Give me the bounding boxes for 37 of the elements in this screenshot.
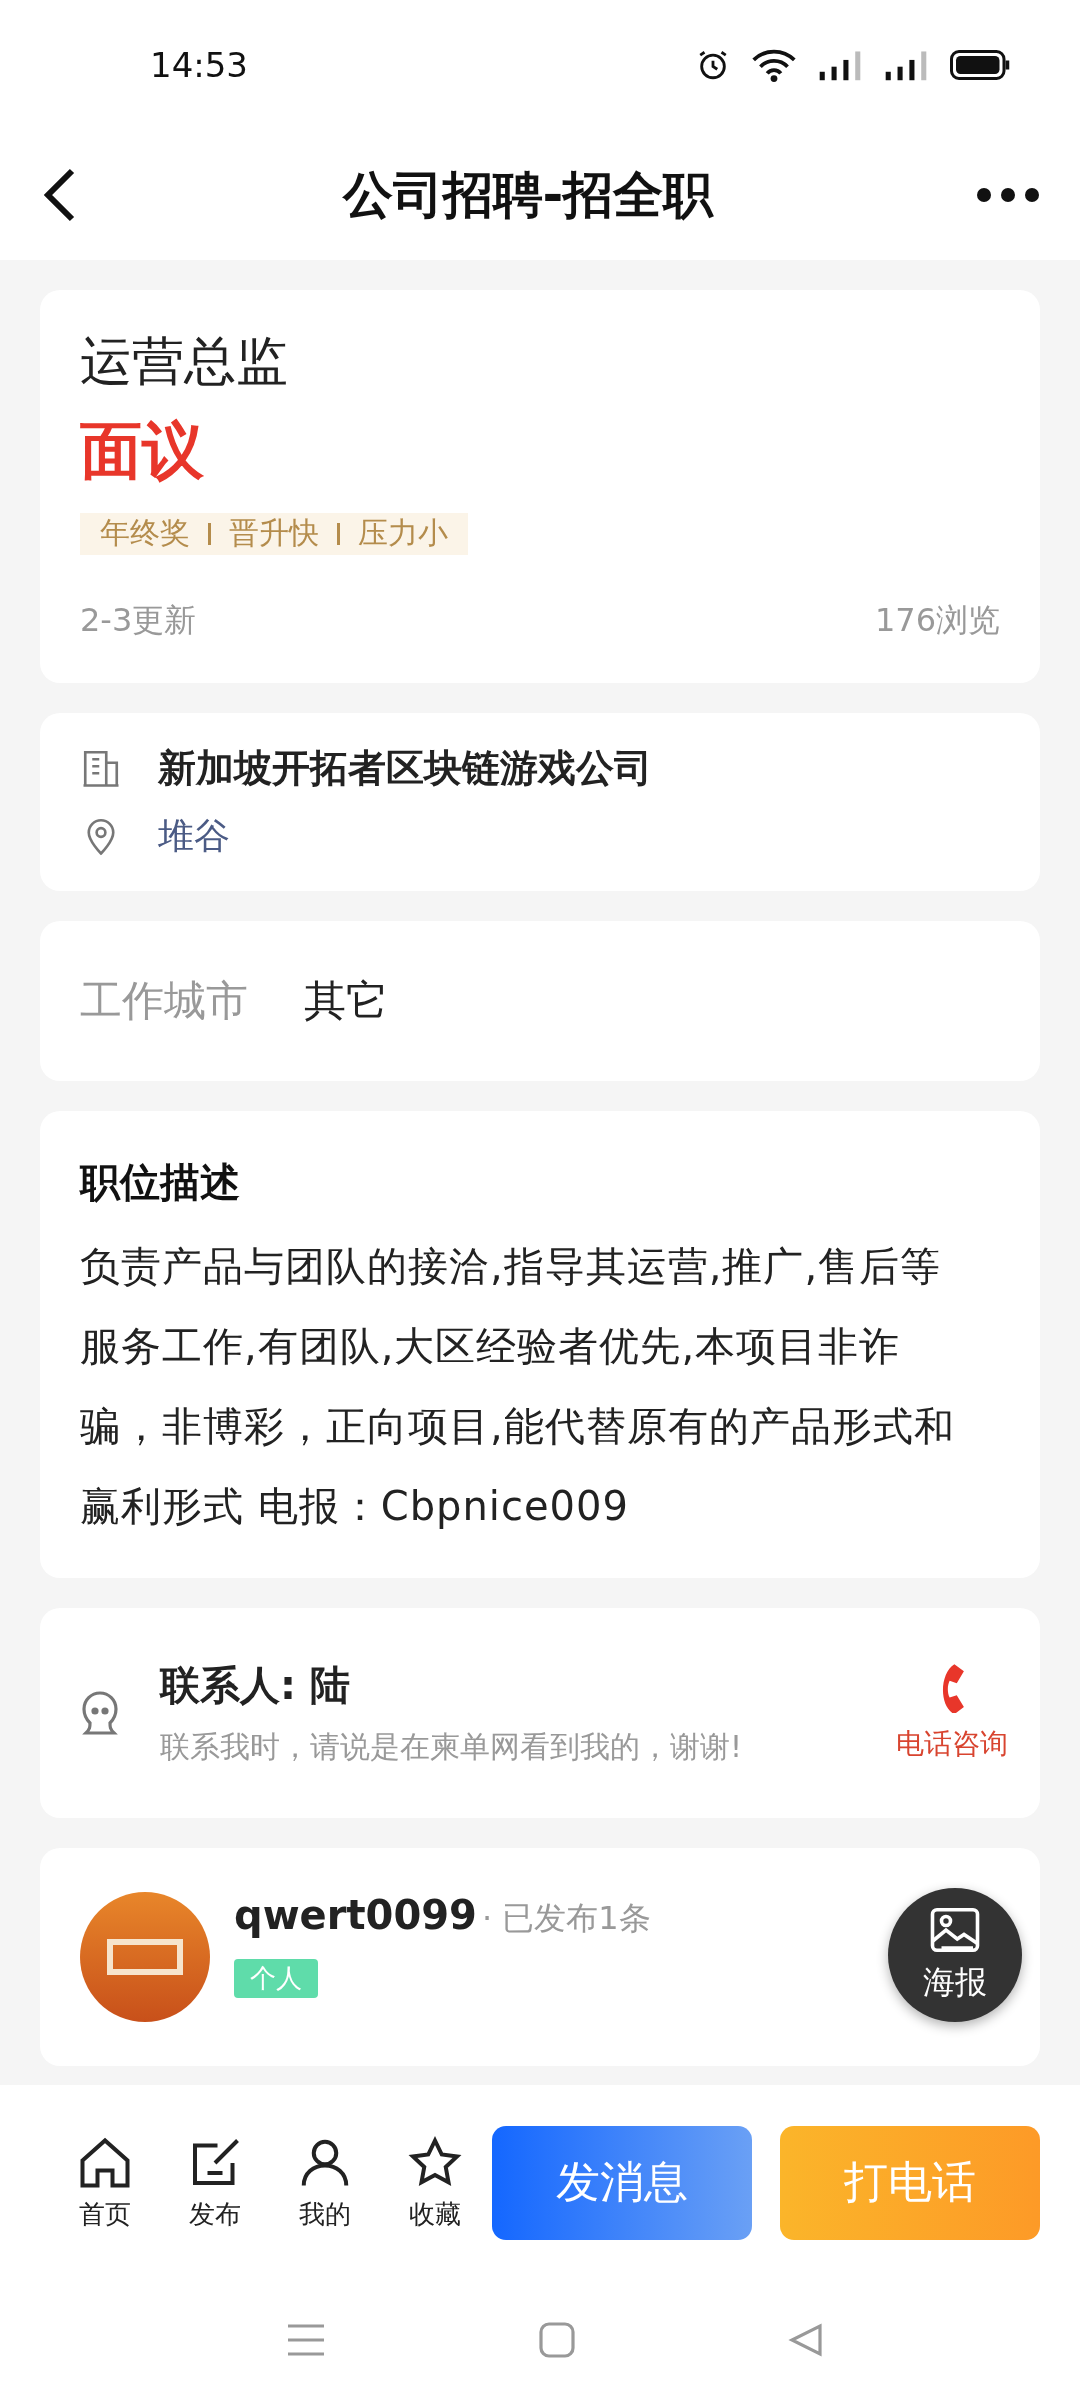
signal-icon: [818, 48, 862, 82]
publisher-name: qwert0099: [234, 1891, 477, 1938]
post-count: · 已发布1条: [482, 1898, 651, 1937]
tab-bar-item[interactable]: 收藏: [380, 2133, 490, 2232]
job-tag: 年终奖: [100, 513, 190, 555]
back-triangle-icon[interactable]: [787, 2322, 824, 2358]
account-type-badge: 个人: [234, 1958, 318, 1998]
job-description: 负责产品与团队的接洽,指导其运营,推广,售后等服务工作,有团队,大区经验者优先,本项目非诈骗，非博彩，正向项目,能代替原有的产品形式和赢利形式 电报：Cbpnice009: [80, 1241, 956, 1531]
update-date: 2-3更新: [80, 599, 197, 641]
image-icon: [928, 1905, 982, 1955]
tab-bar-item[interactable]: 发布: [160, 2133, 270, 2232]
contact-name: 联系人: 陆: [160, 1660, 351, 1710]
home-square-icon[interactable]: [539, 2322, 575, 2358]
menu-icon[interactable]: [286, 2322, 327, 2358]
battery-icon: [950, 50, 1010, 80]
job-tag: 晋升快: [229, 513, 319, 555]
field-value: 其它: [304, 974, 388, 1027]
signal-icon: [884, 48, 928, 82]
status-time: 14:53: [150, 45, 248, 85]
company-location: 堆谷: [158, 813, 230, 858]
field-label: 工作城市: [80, 974, 248, 1027]
job-tag: 压力小: [358, 513, 448, 555]
job-title: 运营总监: [80, 330, 289, 393]
contact-icon: [80, 1688, 120, 1737]
tab-bar-item[interactable]: 我的: [270, 2133, 380, 2232]
send-message-button[interactable]: 发消息: [492, 2125, 752, 2240]
contact-note: 联系我时，请说是在柬单网看到我的，谢谢!: [160, 1727, 743, 1766]
section-heading: 职位描述: [80, 1157, 241, 1207]
view-count: 176浏览: [874, 599, 1000, 641]
phone-consult-button[interactable]: 电话咨询: [896, 1662, 1008, 1763]
avatar-icon: [80, 1891, 210, 2022]
tab-bar-item[interactable]: 首页: [50, 2133, 160, 2232]
page-title: 公司招聘-招全职: [342, 164, 714, 226]
more-button[interactable]: [976, 187, 1040, 203]
company-name: 新加坡开拓者区块链游戏公司: [158, 744, 652, 792]
salary: 面议: [80, 414, 205, 489]
wifi-icon: [752, 48, 796, 82]
